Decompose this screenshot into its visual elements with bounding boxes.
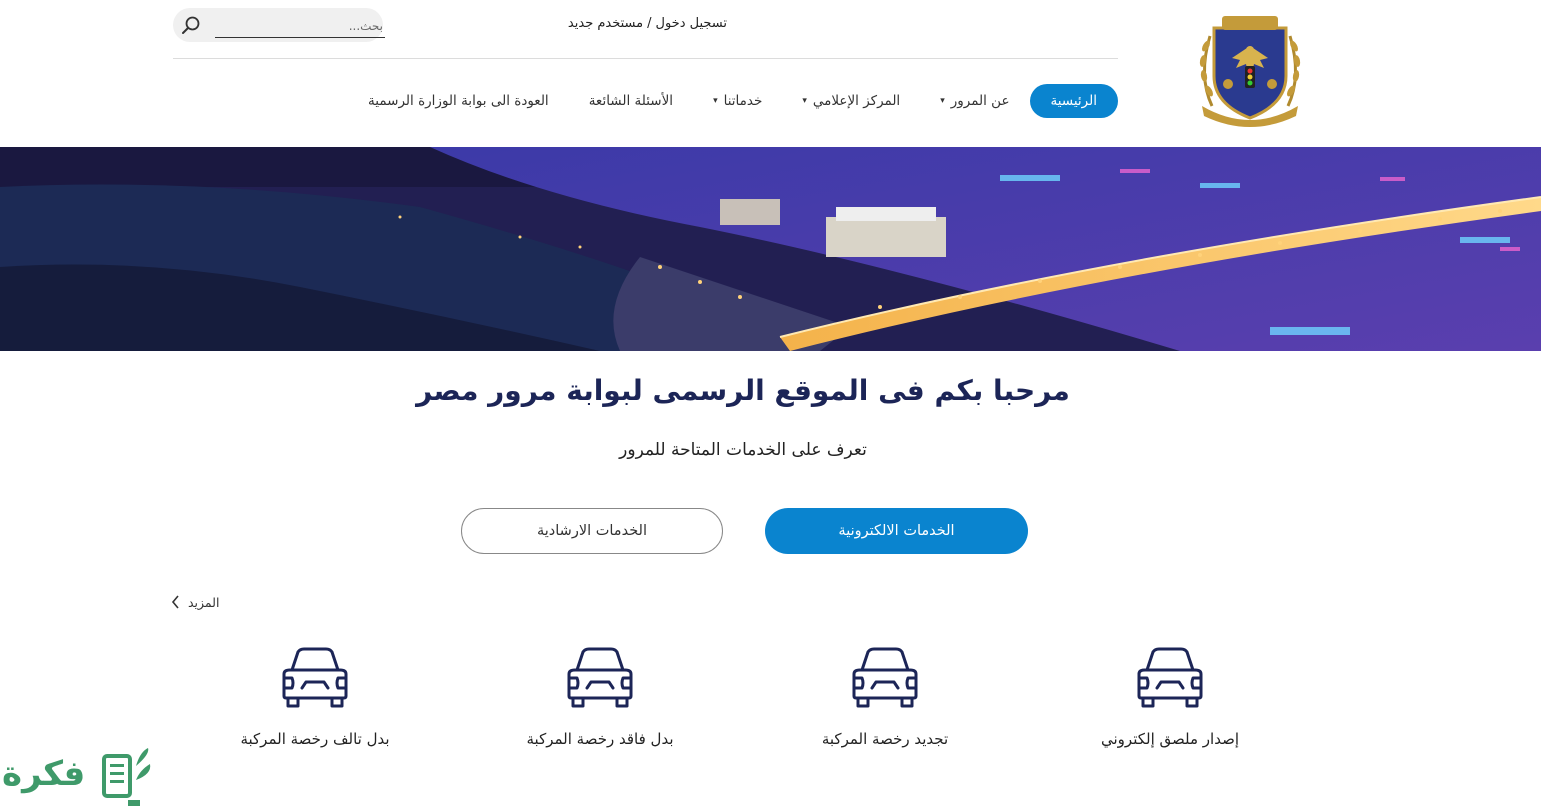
chevron-down-icon: ▾ xyxy=(713,96,718,106)
hero-banner-image xyxy=(0,147,1541,351)
site-header: تسجيل دخول / مستخدم جديد الرئيسية عن الم… xyxy=(0,0,1541,147)
nav-media-center-label: المركز الإعلامي xyxy=(812,93,901,109)
search-box xyxy=(173,8,385,42)
service-label: بدل تالف رخصة المركبة xyxy=(240,730,390,748)
nile-night-scene xyxy=(0,147,1541,351)
car-icon xyxy=(852,647,918,708)
nav-services[interactable]: خدماتنا ▾ xyxy=(693,84,782,118)
car-icon xyxy=(1137,647,1203,708)
auth-links: تسجيل دخول / مستخدم جديد xyxy=(568,16,727,31)
login-link[interactable]: تسجيل دخول xyxy=(656,16,728,31)
service-label: إصدار ملصق إلكتروني xyxy=(1101,730,1239,748)
service-card[interactable]: إصدار ملصق إلكتروني xyxy=(1050,646,1290,748)
nav-home[interactable]: الرئيسية xyxy=(1029,84,1118,118)
page-subtitle: تعرف على الخدمات المتاحة للمرور xyxy=(619,440,867,460)
car-icon xyxy=(282,647,348,708)
service-label: تجديد رخصة المركبة xyxy=(821,730,949,748)
main-nav: الرئيسية عن المرور ▾ المركز الإعلامي ▾ خ… xyxy=(348,84,1118,118)
nav-media-center[interactable]: المركز الإعلامي ▾ xyxy=(782,84,920,118)
nav-about-traffic[interactable]: عن المرور ▾ xyxy=(920,84,1029,118)
chevron-down-icon: ▾ xyxy=(802,96,807,106)
nav-faq[interactable]: الأسئلة الشائعة xyxy=(569,84,693,118)
auth-separator: / xyxy=(647,16,652,31)
search-input[interactable] xyxy=(215,14,385,38)
chevron-left-icon xyxy=(171,595,179,609)
nav-home-label: الرئيسية xyxy=(1050,93,1098,109)
nav-about-traffic-label: عن المرور xyxy=(950,93,1010,109)
search-icon[interactable] xyxy=(179,13,203,37)
tab-electronic-services[interactable]: الخدمات الالكترونية xyxy=(765,508,1028,554)
service-card[interactable]: تجديد رخصة المركبة xyxy=(765,646,1005,748)
nav-ministry-portal-label: العودة الى بوابة الوزارة الرسمية xyxy=(368,93,549,109)
chevron-down-icon: ▾ xyxy=(940,96,945,106)
nav-ministry-portal[interactable]: العودة الى بوابة الوزارة الرسمية xyxy=(348,84,569,118)
top-bar: تسجيل دخول / مستخدم جديد xyxy=(173,8,1118,44)
nav-services-label: خدماتنا xyxy=(723,93,763,109)
fekra-watermark-text: فكرة xyxy=(2,754,86,794)
header-divider xyxy=(173,58,1118,59)
tab-guidance-services[interactable]: الخدمات الارشادية xyxy=(461,508,723,554)
more-label: المزيد xyxy=(188,594,220,610)
service-card[interactable]: بدل تالف رخصة المركبة xyxy=(195,646,435,748)
page-title: مرحبا بكم فى الموقع الرسمى لبوابة مرور م… xyxy=(416,374,1070,407)
register-link[interactable]: مستخدم جديد xyxy=(568,16,643,31)
service-label: بدل فاقد رخصة المركبة xyxy=(526,730,674,748)
ministry-logo[interactable] xyxy=(1192,6,1308,130)
nav-faq-label: الأسئلة الشائعة xyxy=(588,93,674,109)
car-icon xyxy=(567,647,633,708)
service-card[interactable]: بدل فاقد رخصة المركبة xyxy=(480,646,720,748)
more-link[interactable]: المزيد xyxy=(170,594,219,610)
